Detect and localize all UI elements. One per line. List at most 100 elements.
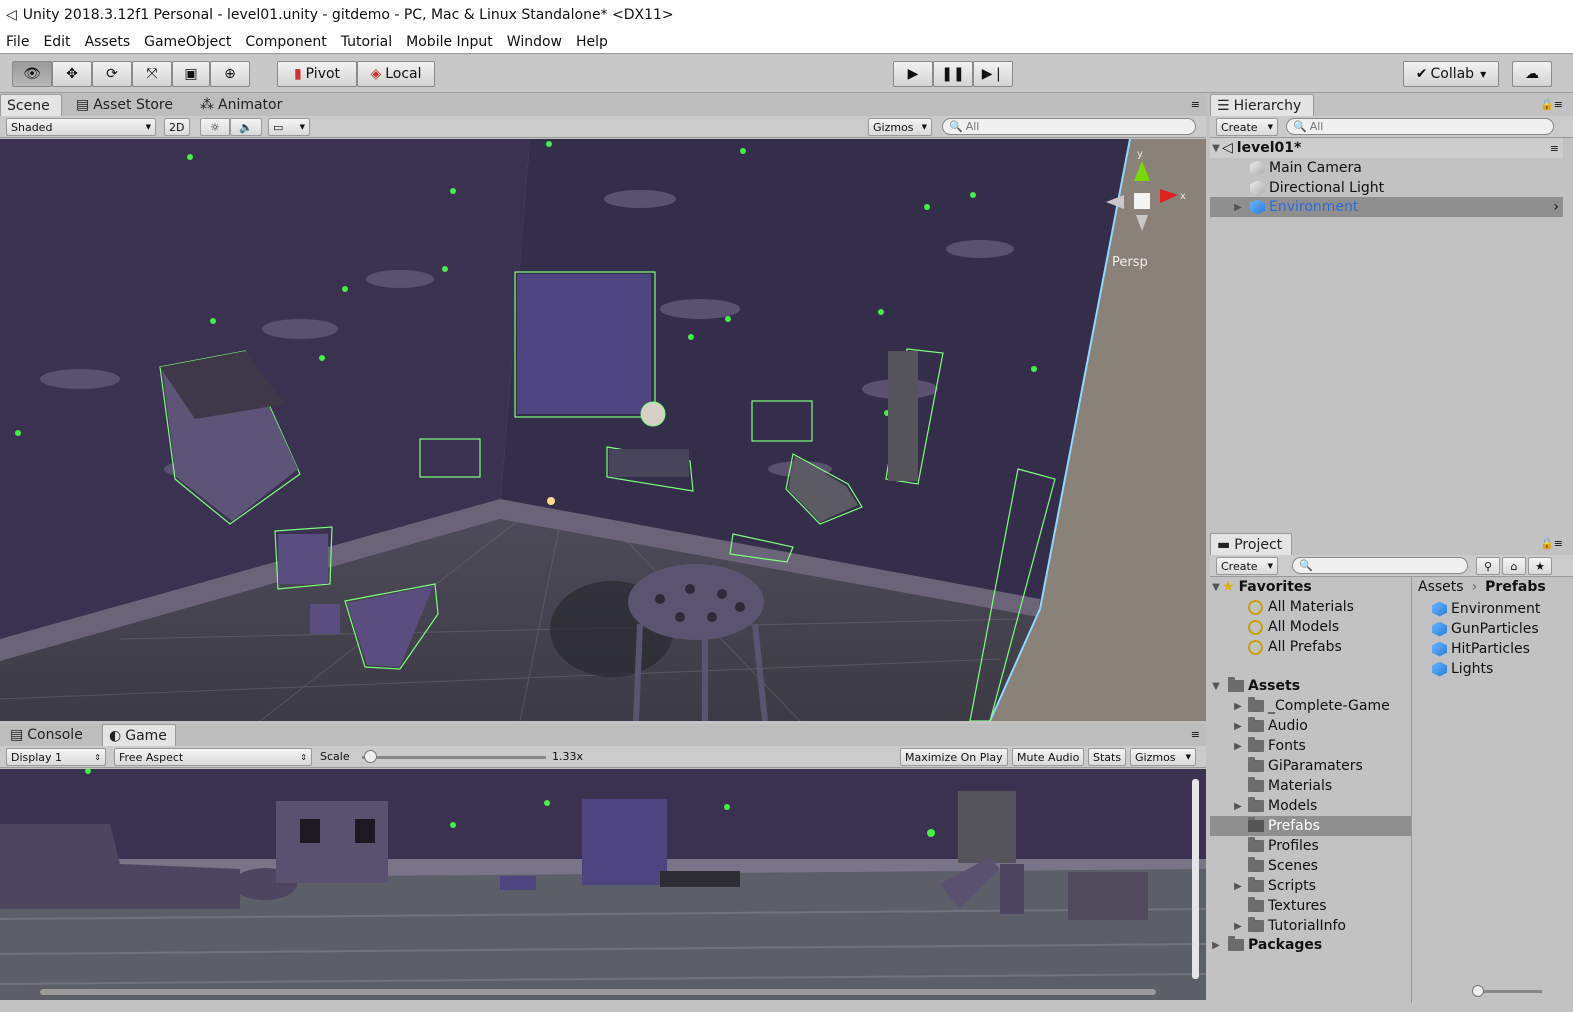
breadcrumb-prefabs[interactable]: Prefabs bbox=[1485, 579, 1546, 595]
pause-button[interactable]: ❚❚ bbox=[933, 61, 973, 87]
folder-giparamaters[interactable]: GiParamaters bbox=[1232, 756, 1363, 776]
rotate-tool-button[interactable]: ⟳ bbox=[92, 61, 132, 87]
hierarchy-item-directional-light[interactable]: Directional Light bbox=[1250, 178, 1384, 198]
menu-edit[interactable]: Edit bbox=[43, 34, 70, 50]
tab-game[interactable]: ◐ Game bbox=[102, 724, 176, 746]
tab-project[interactable]: ▬ Project bbox=[1210, 533, 1292, 555]
game-hscrollbar[interactable] bbox=[40, 989, 1156, 995]
game-viewport[interactable] bbox=[0, 769, 1206, 1000]
favorite-all-prefabs[interactable]: All Prefabs bbox=[1248, 637, 1342, 657]
panel-menu-icon[interactable]: ≡ bbox=[1550, 142, 1559, 155]
play-button[interactable]: ▶ bbox=[893, 61, 933, 87]
menu-help[interactable]: Help bbox=[576, 34, 608, 50]
folder-prefabs[interactable]: Prefabs bbox=[1210, 816, 1411, 836]
panel-menu-icon[interactable]: ≡ bbox=[1191, 98, 1200, 111]
folder-audio[interactable]: ▶ Audio bbox=[1232, 716, 1308, 736]
lighting-toggle[interactable]: ☼ bbox=[200, 118, 230, 136]
scale-slider-track[interactable] bbox=[362, 756, 546, 759]
toggle-2d-button[interactable]: 2D bbox=[164, 118, 190, 136]
favorite-all-models[interactable]: All Models bbox=[1248, 617, 1339, 637]
scale-slider-handle[interactable] bbox=[364, 750, 377, 763]
game-vscrollbar[interactable] bbox=[1192, 779, 1199, 979]
folder-profiles[interactable]: Profiles bbox=[1232, 836, 1319, 856]
folder-scenes[interactable]: Scenes bbox=[1232, 856, 1318, 876]
rect-tool-button[interactable]: ▣ bbox=[172, 61, 210, 87]
local-button[interactable]: ◈ Local bbox=[357, 61, 435, 87]
packages-row[interactable]: ▶ Packages bbox=[1210, 935, 1322, 955]
folder-tutorialinfo[interactable]: ▶ TutorialInfo bbox=[1232, 916, 1346, 936]
collapsed-arrow-icon[interactable]: ▶ bbox=[1232, 801, 1244, 812]
tab-scene[interactable]: Scene bbox=[0, 94, 62, 116]
collapsed-arrow-icon[interactable]: ▶ bbox=[1232, 202, 1244, 213]
menu-mobile-input[interactable]: Mobile Input bbox=[406, 34, 493, 50]
prefab-hitparticles[interactable]: HitParticles bbox=[1432, 639, 1530, 659]
move-tool-button[interactable]: ✥ bbox=[52, 61, 92, 87]
favorite-all-materials[interactable]: All Materials bbox=[1248, 597, 1354, 617]
folder-fonts[interactable]: ▶ Fonts bbox=[1232, 736, 1306, 756]
panel-menu-icon[interactable]: ≡ bbox=[1191, 728, 1200, 741]
prefab-lights[interactable]: Lights bbox=[1432, 659, 1493, 679]
hierarchy-search-input[interactable]: 🔍 All bbox=[1286, 118, 1554, 135]
menu-assets[interactable]: Assets bbox=[85, 34, 131, 50]
collapsed-arrow-icon[interactable]: ▶ bbox=[1232, 701, 1244, 712]
lock-icon[interactable]: 🔒≡ bbox=[1540, 98, 1563, 111]
menu-window[interactable]: Window bbox=[507, 34, 562, 50]
tab-asset-store[interactable]: ▤ Asset Store bbox=[70, 94, 179, 116]
cloud-button[interactable]: ☁ bbox=[1512, 61, 1552, 87]
collapsed-arrow-icon[interactable]: ▶ bbox=[1210, 940, 1222, 951]
mute-audio-toggle[interactable]: Mute Audio bbox=[1012, 748, 1085, 766]
hierarchy-item-main-camera[interactable]: Main Camera bbox=[1250, 158, 1362, 178]
shading-dropdown[interactable]: Shaded ▼ bbox=[6, 118, 156, 136]
tab-console[interactable]: ▤ Console bbox=[4, 724, 89, 746]
hierarchy-scene-row[interactable]: ▼ ◁ level01* ≡ bbox=[1210, 138, 1563, 158]
effects-dropdown[interactable]: ▭ ▼ bbox=[268, 118, 310, 136]
breadcrumb-assets[interactable]: Assets bbox=[1418, 579, 1464, 595]
hierarchy-create-dropdown[interactable]: Create ▼ bbox=[1216, 118, 1278, 136]
audio-toggle[interactable]: 🔈 bbox=[230, 118, 262, 136]
expand-arrow-icon[interactable]: ▼ bbox=[1210, 143, 1222, 154]
transform-tool-button[interactable]: ⊕ bbox=[210, 61, 250, 87]
folder-materials[interactable]: Materials bbox=[1232, 776, 1332, 796]
folder-textures[interactable]: Textures bbox=[1232, 896, 1327, 916]
scale-tool-button[interactable]: ⤧ bbox=[132, 61, 172, 87]
stats-toggle[interactable]: Stats bbox=[1088, 748, 1127, 766]
collapsed-arrow-icon[interactable]: ▶ bbox=[1232, 881, 1244, 892]
prefab-gunparticles[interactable]: GunParticles bbox=[1432, 619, 1539, 639]
tab-hierarchy[interactable]: ☰ Hierarchy bbox=[1210, 94, 1314, 116]
scene-viewport[interactable]: y x Persp bbox=[0, 139, 1206, 721]
menu-gameobject[interactable]: GameObject bbox=[144, 34, 231, 50]
collapsed-arrow-icon[interactable]: ▶ bbox=[1232, 921, 1244, 932]
hierarchy-item-environment[interactable]: ▶ Environment › bbox=[1210, 197, 1563, 217]
filter-type-button[interactable]: ⚲ bbox=[1476, 557, 1500, 575]
menu-component[interactable]: Component bbox=[245, 34, 326, 50]
favorites-row[interactable]: ▼ ★ Favorites bbox=[1210, 577, 1312, 597]
folder-complete-game[interactable]: ▶ _Complete-Game bbox=[1232, 696, 1390, 716]
folder-models[interactable]: ▶ Models bbox=[1232, 796, 1317, 816]
icon-size-slider-handle[interactable] bbox=[1472, 985, 1484, 997]
step-button[interactable]: ▶❘ bbox=[973, 61, 1013, 87]
expand-arrow-icon[interactable]: ▼ bbox=[1210, 681, 1222, 692]
collapsed-arrow-icon[interactable]: ▶ bbox=[1232, 741, 1244, 752]
view-tool-button[interactable]: 👁 bbox=[12, 61, 52, 87]
collab-button[interactable]: ✔ Collab ▼ bbox=[1403, 61, 1499, 87]
icon-size-slider-track[interactable] bbox=[1478, 990, 1542, 993]
pivot-button[interactable]: ▮ Pivot bbox=[277, 61, 357, 87]
favorite-button[interactable]: ★ bbox=[1528, 557, 1552, 575]
folder-scripts[interactable]: ▶ Scripts bbox=[1232, 876, 1316, 896]
chevron-right-icon[interactable]: › bbox=[1553, 199, 1559, 215]
menu-tutorial[interactable]: Tutorial bbox=[341, 34, 392, 50]
maximize-on-play-toggle[interactable]: Maximize On Play bbox=[900, 748, 1008, 766]
filter-label-button[interactable]: ⌂ bbox=[1502, 557, 1526, 575]
menu-file[interactable]: File bbox=[6, 34, 29, 50]
assets-row[interactable]: ▼ Assets bbox=[1210, 676, 1300, 696]
prefab-environment[interactable]: Environment bbox=[1432, 599, 1540, 619]
lock-icon[interactable]: 🔒≡ bbox=[1540, 537, 1563, 550]
project-create-dropdown[interactable]: Create ▼ bbox=[1216, 557, 1278, 575]
expand-arrow-icon[interactable]: ▼ bbox=[1210, 582, 1222, 593]
gizmos-dropdown[interactable]: Gizmos ▼ bbox=[868, 118, 932, 136]
display-dropdown[interactable]: Display 1 ⇕ bbox=[6, 748, 106, 766]
collapsed-arrow-icon[interactable]: ▶ bbox=[1232, 721, 1244, 732]
scene-search-input[interactable]: 🔍 All bbox=[942, 118, 1196, 135]
aspect-dropdown[interactable]: Free Aspect ⇕ bbox=[114, 748, 312, 766]
project-search-input[interactable]: 🔍 bbox=[1292, 557, 1468, 574]
